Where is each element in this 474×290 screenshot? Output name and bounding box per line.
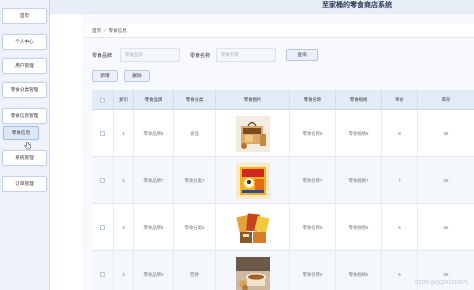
image-cell bbox=[216, 251, 290, 290]
image-cell bbox=[216, 110, 290, 157]
snack-table: 索引 零食品牌 零食分类 零食图片 零食名称 零食规格 单价 库存 1 零食品牌… bbox=[92, 90, 474, 290]
column-header: 单价 bbox=[382, 90, 418, 110]
price-cell: 8 bbox=[382, 110, 418, 157]
column-header: 索引 bbox=[114, 90, 134, 110]
row-select-cell bbox=[92, 157, 114, 204]
app: 首页 个人中心 用户管理 零食分类管理 零食信息管理 零食信息 系统管理 订单管… bbox=[0, 0, 474, 290]
sidebar-item-snack-info-mgmt[interactable]: 零食信息管理 bbox=[2, 108, 47, 124]
row-select-cell bbox=[92, 204, 114, 251]
hand-cursor-icon bbox=[24, 142, 31, 150]
index-cell: 2 bbox=[114, 157, 134, 204]
sidebar-item-label: 系统管理 bbox=[15, 155, 34, 160]
sidebar-item-system[interactable]: 系统管理 bbox=[2, 150, 47, 166]
row-checkbox[interactable] bbox=[100, 225, 105, 230]
index-cell: 4 bbox=[114, 251, 134, 290]
sidebar-item-label: 零食信息管理 bbox=[10, 113, 39, 118]
spec-cell: 零食规格7 bbox=[336, 157, 382, 204]
delete-button[interactable]: 删除 bbox=[124, 70, 150, 82]
stock-cell: 56 bbox=[443, 225, 449, 230]
sidebar-item-label: 首页 bbox=[19, 13, 30, 18]
sidebar-subitem-snack-info[interactable]: 零食信息 bbox=[3, 126, 39, 140]
row-checkbox[interactable] bbox=[100, 272, 105, 277]
sidebar-item-label: 个人中心 bbox=[15, 39, 34, 44]
index-cell: 1 bbox=[114, 110, 134, 157]
stock-cell: 56 bbox=[443, 131, 449, 136]
watermark: CSDN @QQ242219979 bbox=[414, 280, 468, 286]
name-cell: 零食名称7 bbox=[290, 157, 336, 204]
sidebar-item-snack-category[interactable]: 零食分类管理 bbox=[2, 82, 47, 98]
table-row[interactable]: 2 零食品牌7 零食分类7 零食名称7 零食规格7 7 56 bbox=[92, 157, 474, 204]
column-header: 零食名称 bbox=[290, 90, 336, 110]
breadcrumb-separator: / bbox=[104, 28, 106, 33]
name-cell: 零食名称5 bbox=[290, 251, 336, 290]
brand-search-placeholder: 零食品牌 bbox=[125, 52, 143, 57]
category-cell: 西饼 bbox=[174, 251, 216, 290]
name-search-placeholder: 零食名称 bbox=[221, 52, 239, 57]
category-cell: 食品 bbox=[174, 110, 216, 157]
category-cell: 零食分类6 bbox=[174, 204, 216, 251]
sidebar-item-label: 零食信息 bbox=[11, 130, 31, 135]
search-button[interactable]: 查询 bbox=[286, 49, 318, 61]
table-row[interactable]: 1 零食品牌8 食品 零食名称8 零食规格8 8 56 bbox=[92, 110, 474, 157]
brand-cell: 零食品牌6 bbox=[134, 204, 174, 251]
column-header: 库存 bbox=[441, 97, 451, 102]
header-bar: 至家桶的零食商店系统 bbox=[50, 0, 474, 14]
column-header: 零食分类 bbox=[174, 90, 216, 110]
column-header: 零食规格 bbox=[336, 90, 382, 110]
column-header: 零食图片 bbox=[216, 90, 290, 110]
table-row[interactable]: 3 零食品牌6 零食分类6 零食名称6 零食规格6 6 56 bbox=[92, 204, 474, 251]
sidebar-item-home[interactable]: 首页 bbox=[2, 8, 47, 24]
breadcrumb-home[interactable]: 首页 bbox=[92, 28, 101, 34]
sidebar-item-label: 用户管理 bbox=[15, 63, 34, 68]
add-button[interactable]: 新增 bbox=[92, 70, 118, 82]
brand-cell: 零食品牌5 bbox=[134, 251, 174, 290]
app-title: 至家桶的零食商店系统 bbox=[322, 2, 392, 9]
image-cell bbox=[216, 204, 290, 251]
row-checkbox[interactable] bbox=[100, 131, 105, 136]
category-cell: 零食分类7 bbox=[174, 157, 216, 204]
stock-cell: 56 bbox=[443, 178, 449, 183]
price-cell: 5 bbox=[382, 251, 418, 290]
name-search-input[interactable]: 零食名称 bbox=[216, 48, 276, 62]
price-cell: 7 bbox=[382, 157, 418, 204]
brand-filter-label: 零食品牌 bbox=[92, 53, 113, 59]
select-all-cell bbox=[92, 90, 114, 110]
column-header: 零食品牌 bbox=[134, 90, 174, 110]
row-select-cell bbox=[92, 251, 114, 290]
spec-cell: 零食规格8 bbox=[336, 110, 382, 157]
sidebar-item-orders[interactable]: 订单管理 bbox=[2, 176, 47, 192]
sidebar-item-label: 订单管理 bbox=[15, 181, 34, 186]
image-cell bbox=[216, 157, 290, 204]
tea-snack-image[interactable] bbox=[235, 256, 270, 290]
sidebar-item-label: 零食分类管理 bbox=[10, 87, 39, 92]
brand-search-input[interactable]: 零食品牌 bbox=[120, 48, 180, 62]
breadcrumb-current: 零食信息 bbox=[108, 27, 127, 33]
name-filter-label: 零食名称 bbox=[190, 53, 211, 59]
sidebar-item-users[interactable]: 用户管理 bbox=[2, 58, 47, 74]
chips-package-image[interactable] bbox=[235, 162, 270, 199]
row-select-cell bbox=[92, 110, 114, 157]
name-cell: 零食名称6 bbox=[290, 204, 336, 251]
price-cell: 6 bbox=[382, 204, 418, 251]
brand-cell: 零食品牌7 bbox=[134, 157, 174, 204]
sidebar-item-profile[interactable]: 个人中心 bbox=[2, 34, 47, 50]
row-checkbox[interactable] bbox=[100, 178, 105, 183]
spec-cell: 零食规格6 bbox=[336, 204, 382, 251]
spec-cell: 零食规格5 bbox=[336, 251, 382, 290]
sidebar: 首页 个人中心 用户管理 零食分类管理 零食信息管理 零食信息 系统管理 订单管… bbox=[0, 0, 50, 290]
breadcrumb: 首页 / 零食信息 bbox=[85, 24, 474, 38]
snack-bags-image[interactable] bbox=[235, 209, 270, 246]
select-all-checkbox[interactable] bbox=[100, 97, 105, 103]
index-cell: 3 bbox=[114, 204, 134, 251]
table-header: 索引 零食品牌 零食分类 零食图片 零食名称 零食规格 单价 库存 bbox=[92, 90, 474, 110]
name-cell: 零食名称8 bbox=[290, 110, 336, 157]
snack-box-image[interactable] bbox=[235, 115, 270, 152]
brand-cell: 零食品牌8 bbox=[134, 110, 174, 157]
